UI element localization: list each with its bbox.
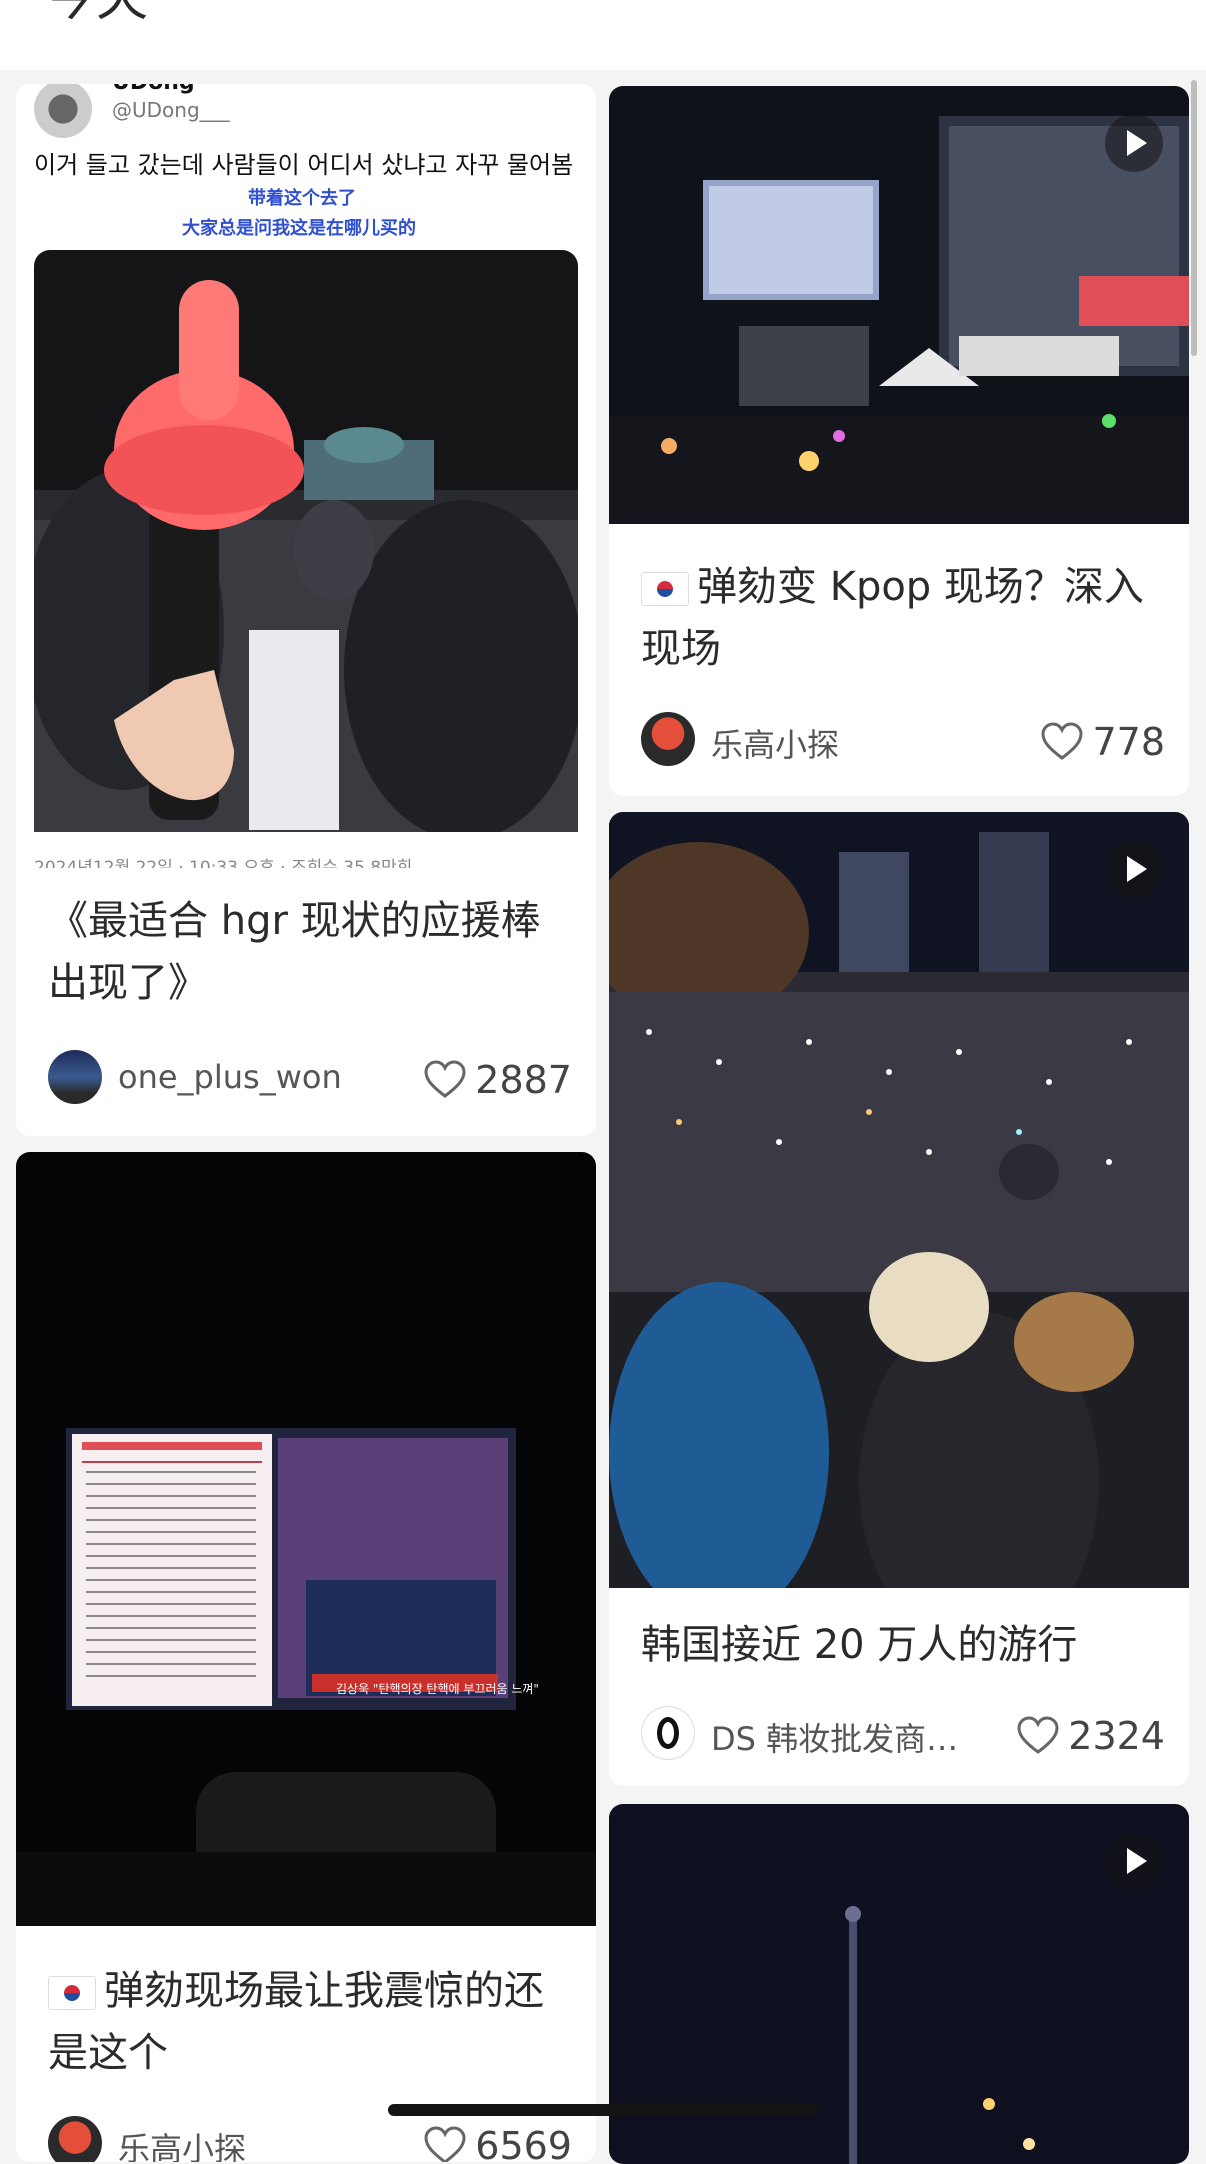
like-count: 6569 (475, 2124, 572, 2162)
post-meta: 乐高小探 6569 (48, 2116, 572, 2162)
post-meta: one_plus_won 2887 (48, 1050, 572, 1106)
heart-icon (424, 1060, 466, 1098)
author-logo (657, 1717, 679, 1749)
tweet-handle: @UDong___ (112, 98, 230, 122)
home-indicator[interactable] (388, 2104, 818, 2116)
like-count: 778 (1092, 720, 1165, 764)
tweet-translation-2: 大家总是问我这是在哪儿买的 (182, 218, 416, 239)
author-name[interactable]: 乐高小探 (118, 2124, 246, 2162)
tweet-text: 이거 들고 갔는데 사람들이 어디서 샀냐고 자꾸 물어봄 (34, 151, 574, 179)
author-avatar[interactable] (641, 1706, 695, 1760)
tweet-avatar (34, 84, 92, 138)
author-name[interactable]: one_plus_won (118, 1058, 342, 1096)
play-icon[interactable] (1105, 114, 1163, 172)
like-button[interactable]: 2887 (423, 1056, 572, 1104)
scrollbar[interactable] (1191, 80, 1197, 356)
lightstick-photo (34, 250, 578, 832)
top-header: 今天 (0, 0, 1206, 70)
post-title-text: 弹劾现场最让我震惊的还是这个 (48, 1968, 544, 2076)
rally-screen-video-thumbnail (609, 86, 1189, 524)
feed-card-2[interactable]: 弹劾变 Kpop 现场？深入现场 乐高小探 778 (609, 86, 1189, 796)
post-title[interactable]: 《最适合 hgr 现状的应援棒出现了》 (48, 890, 572, 1014)
post-title[interactable]: 弹劾现场最让我震惊的还是这个 (48, 1960, 572, 2084)
post-meta: DS 韩妆批发商… 2324 (641, 1706, 1165, 1762)
author-avatar[interactable] (48, 2116, 102, 2162)
like-button[interactable]: 778 (1040, 718, 1165, 766)
feed-card-4[interactable]: 김상욱 "탄핵의장 탄핵에 부끄러움 느껴" 弹劾现场最让我震惊的还是这个 乐高… (16, 1152, 596, 2162)
author-name[interactable]: DS 韩妆批发商… (711, 1714, 958, 1760)
author-avatar[interactable] (641, 712, 695, 766)
korea-flag-icon (641, 572, 689, 606)
tweet-screenshot-image: UDong @UDong___ 이거 들고 갔는데 사람들이 어디서 샀냐고 자… (16, 84, 596, 874)
screen-list-video-thumbnail (16, 1152, 596, 1926)
feed-card-1[interactable]: UDong @UDong___ 이거 들고 갔는데 사람들이 어디서 샀냐고 자… (16, 84, 596, 1136)
post-title[interactable]: 弹劾变 Kpop 现场？深入现场 (641, 556, 1165, 680)
heart-icon (424, 2126, 466, 2162)
play-icon[interactable] (1105, 840, 1163, 898)
tweet-footer: 2024년12월 22일 · 10:33 오후 · 조회수 35.8만회 (34, 858, 413, 868)
korea-flag-icon (48, 1976, 96, 2010)
author-avatar[interactable] (48, 1050, 102, 1104)
post-title[interactable]: 韩国接近 20 万人的游行 (641, 1614, 1165, 1676)
heart-icon (1017, 1716, 1059, 1754)
post-title-text: 弹劾变 Kpop 现场？深入现场 (641, 564, 1144, 672)
feed-card-3[interactable]: 韩国接近 20 万人的游行 DS 韩妆批发商… 2324 (609, 812, 1189, 1786)
page-title: 今天 (44, 0, 148, 24)
play-icon[interactable] (1105, 1832, 1163, 1890)
like-count: 2887 (475, 1058, 572, 1102)
like-button[interactable]: 6569 (423, 2122, 572, 2162)
crowd-protest-video-thumbnail (609, 812, 1189, 1588)
heart-icon (1041, 722, 1083, 760)
author-name[interactable]: 乐高小探 (711, 720, 839, 766)
tweet-name: UDong (112, 84, 195, 95)
post-meta: 乐高小探 778 (641, 712, 1165, 768)
like-button[interactable]: 2324 (1016, 1712, 1165, 1760)
tweet-translation-1: 带着这个去了 (248, 188, 356, 209)
like-count: 2324 (1068, 1714, 1165, 1758)
screen-caption: 김상욱 "탄핵의장 탄핵에 부끄러움 느껴" (336, 1682, 539, 1696)
